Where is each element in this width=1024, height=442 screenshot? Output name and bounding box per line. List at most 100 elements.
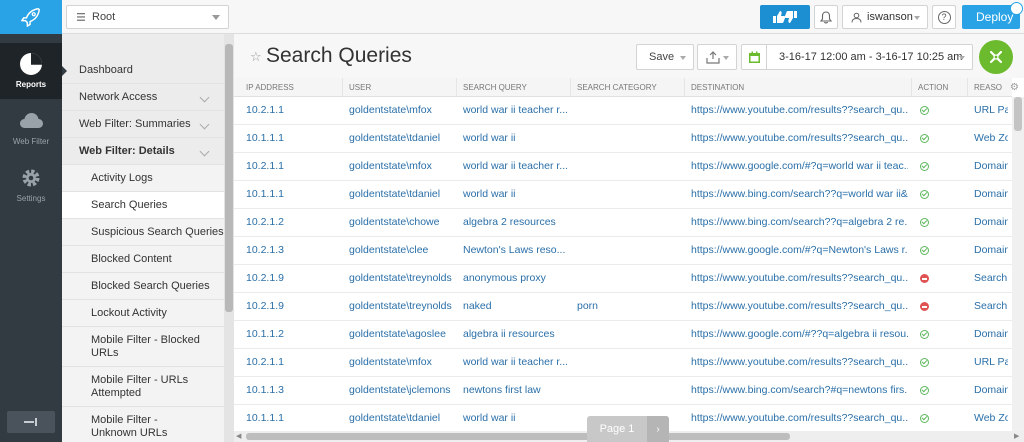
menu-item-dashboard[interactable]: Dashboard: [62, 57, 224, 84]
column-header-user[interactable]: USER: [343, 78, 457, 97]
column-header-search-category[interactable]: SEARCH CATEGORY: [571, 78, 685, 97]
menu-item-web-filter-details[interactable]: Web Filter: Details: [62, 138, 224, 165]
cell-ip: 10.1.1.2: [246, 328, 284, 340]
user-menu[interactable]: iswanson: [842, 5, 928, 29]
menu-item-blocked-content[interactable]: Blocked Content: [62, 246, 224, 273]
rail-item-reports[interactable]: Reports: [0, 43, 62, 99]
horizontal-scrollbar-thumb[interactable]: [246, 433, 790, 440]
save-label: Save: [649, 51, 675, 63]
cell-dest: https://www.youtube.com/results??search_…: [691, 104, 908, 116]
menu-item-label: Dashboard: [79, 64, 133, 76]
save-dropdown[interactable]: Save: [636, 44, 694, 70]
help-button[interactable]: ?: [932, 5, 956, 29]
cell-ip: 10.2.1.1: [246, 104, 284, 116]
menu-item-suspicious-search-queries[interactable]: Suspicious Search Queries: [62, 219, 224, 246]
menu-item-mobile-filter-urls-attempted[interactable]: Mobile Filter - URLs Attempted: [62, 367, 224, 407]
tools-fab-button[interactable]: [979, 40, 1013, 74]
cell-query: world war ii: [463, 188, 516, 200]
menu-item-label: Suspicious Search Queries: [91, 226, 224, 238]
cell-query: world war ii teacher r...: [463, 160, 567, 172]
blocked-icon: [920, 302, 929, 311]
menu-item-search-queries[interactable]: Search Queries: [62, 192, 224, 219]
table-row[interactable]: 10.1.1.2 goldentstate\agoslee algebra ii r…: [234, 321, 1012, 349]
favorite-star-icon[interactable]: ☆: [250, 49, 262, 65]
date-range-picker[interactable]: 3-16-17 12:00 am - 3-16-17 10:25 am: [766, 44, 973, 70]
cell-reason: Domain: [974, 216, 1008, 228]
table-row[interactable]: 10.1.1.1 goldentstate\tdaniel world war ii…: [234, 181, 1012, 209]
cell-dest: https://www.bing.com/search??q=algebra 2…: [691, 216, 908, 228]
cell-user: goldentstate\mfox: [349, 104, 432, 116]
feedback-button[interactable]: [760, 5, 810, 29]
vertical-scrollbar-thumb[interactable]: [1014, 97, 1022, 131]
main-panel: ☆ Search Queries Save 3-16-17 12:00 am -…: [234, 34, 1024, 442]
cell-category: [571, 97, 681, 124]
bell-icon: [820, 10, 832, 23]
cell-ip: 10.2.1.1: [246, 356, 284, 368]
menu-item-blocked-search-queries[interactable]: Blocked Search Queries: [62, 273, 224, 300]
root-label: Root: [92, 11, 116, 23]
scroll-right-icon[interactable]: ▶: [1014, 432, 1019, 440]
rail-item-label: Reports: [15, 80, 47, 89]
rail-item-settings[interactable]: Settings: [0, 157, 62, 213]
rocket-icon: [21, 8, 40, 27]
list-icon: [77, 13, 85, 21]
menu-scrollbar-thumb[interactable]: [225, 44, 233, 312]
chevron-down-icon: [199, 92, 210, 103]
cell-user: goldentstate\treynolds: [349, 272, 452, 284]
table-row[interactable]: 10.2.1.9 goldentstate\treynolds anonymous …: [234, 265, 1012, 293]
menu-item-network-access[interactable]: Network Access: [62, 84, 224, 111]
menu-item-activity-logs[interactable]: Activity Logs: [62, 165, 224, 192]
cell-user: goldentstate\clee: [349, 244, 429, 256]
cell-user: goldentstate\mfox: [349, 356, 432, 368]
next-page-button[interactable]: ›: [647, 416, 669, 442]
gear-icon: [22, 169, 40, 187]
username: iswanson: [867, 11, 913, 23]
table-vertical-scrollbar[interactable]: [1012, 97, 1024, 432]
column-settings-icon[interactable]: ⚙: [1010, 82, 1019, 93]
page-indicator[interactable]: Page 1: [587, 423, 647, 435]
export-dropdown[interactable]: [697, 44, 737, 70]
column-header-search-query[interactable]: SEARCH QUERY: [457, 78, 571, 97]
menu-item-label: Web Filter: Summaries: [79, 118, 191, 130]
table-row[interactable]: 10.2.1.1 goldentstate\mfox world war ii te…: [234, 153, 1012, 181]
column-header-destination[interactable]: DESTINATION: [685, 78, 912, 97]
menu-item-lockout-activity[interactable]: Lockout Activity: [62, 300, 224, 327]
menu-item-label: Activity Logs: [91, 172, 153, 184]
app-logo[interactable]: [0, 0, 62, 34]
deploy-button[interactable]: Deploy: [962, 2, 1023, 29]
menu-scrollbar[interactable]: [224, 34, 234, 442]
rail-item-web-filter[interactable]: Web Filter: [0, 100, 62, 156]
calendar-button[interactable]: [741, 44, 767, 70]
root-selector[interactable]: Root: [66, 5, 229, 29]
menu-item-label: Lockout Activity: [91, 307, 167, 319]
column-header-reaso[interactable]: REASO: [968, 78, 1012, 97]
table-row[interactable]: 10.2.1.3 goldentstate\clee Newton's Laws r…: [234, 237, 1012, 265]
menu-item-label: Blocked Content: [91, 253, 172, 265]
scroll-left-icon[interactable]: ◀: [236, 432, 241, 440]
column-header-ip-address[interactable]: IP ADDRESS: [240, 78, 343, 97]
collapse-rail-button[interactable]: [7, 411, 55, 433]
menu-item-mobile-filter-unknown-urls[interactable]: Mobile Filter - Unknown URLs: [62, 407, 224, 442]
page-title: Search Queries: [266, 44, 412, 67]
column-header-action[interactable]: ACTION: [912, 78, 968, 97]
table-row[interactable]: 10.1.1.3 goldentstate\jclemons newtons fir…: [234, 377, 1012, 405]
active-pointer-icon: [62, 65, 67, 77]
table-row[interactable]: 10.2.1.1 goldentstate\mfox world war ii te…: [234, 349, 1012, 377]
cell-ip: 10.1.1.1: [246, 132, 284, 144]
cell-category: [571, 209, 681, 236]
allowed-check-icon: [920, 358, 929, 367]
table-row[interactable]: 10.2.1.2 goldentstate\chowe algebra 2 reso…: [234, 209, 1012, 237]
allowed-check-icon: [920, 218, 929, 227]
menu-item-web-filter-summaries[interactable]: Web Filter: Summaries: [62, 111, 224, 138]
table-row[interactable]: 10.1.1.1 goldentstate\tdaniel world war ii…: [234, 125, 1012, 153]
cell-user: goldentstate\agoslee: [349, 328, 446, 340]
table-row[interactable]: 10.2.1.1 goldentstate\mfox world war ii te…: [234, 97, 1012, 125]
results-table: IP ADDRESS USER SEARCH QUERY SEARCH CATEGOR…: [234, 78, 1012, 432]
cell-category: [571, 125, 681, 152]
page-header: ☆ Search Queries Save 3-16-17 12:00 am -…: [234, 34, 1024, 78]
table-row[interactable]: 10.2.1.9 goldentstate\treynolds naked porn h…: [234, 293, 1012, 321]
cell-category: [571, 321, 681, 348]
notifications-button[interactable]: [814, 5, 838, 29]
menu-item-mobile-filter-blocked-urls[interactable]: Mobile Filter - Blocked URLs: [62, 327, 224, 367]
menu-item-label: Network Access: [79, 91, 158, 103]
